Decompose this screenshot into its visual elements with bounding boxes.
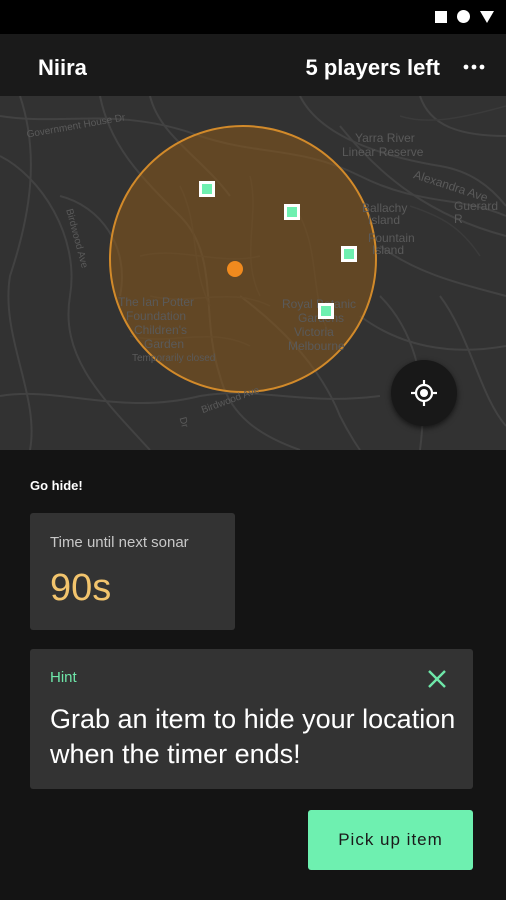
map-label: Gardens xyxy=(298,311,345,325)
players-left-count: 5 players left xyxy=(305,55,440,80)
my-location-icon xyxy=(411,380,437,406)
map-label: Linear Reserve xyxy=(342,145,424,159)
square-icon xyxy=(435,10,447,23)
status-bar xyxy=(0,0,506,34)
map-label: Island xyxy=(372,243,405,257)
hint-text: Grab an item to hide your location when … xyxy=(50,704,456,769)
map-label: The Ian Potter xyxy=(118,295,195,309)
close-icon[interactable] xyxy=(427,669,447,689)
sonar-label: Time until next sonar xyxy=(50,534,189,551)
my-location-button[interactable] xyxy=(391,360,457,426)
sonar-countdown: 90s xyxy=(50,567,112,609)
hint-card: Hint Grab an item to hide your location … xyxy=(30,649,473,789)
map-label: Children's xyxy=(134,323,187,337)
more-horizontal-icon[interactable] xyxy=(460,58,488,76)
app-bar: Niira 5 players left xyxy=(0,34,506,96)
map-label: Garden xyxy=(144,337,185,351)
circle-icon xyxy=(457,10,470,23)
hint-label: Hint xyxy=(50,669,77,686)
status-message: Go hide! xyxy=(30,478,83,493)
map-view[interactable]: Yarra River Linear Reserve Alexandra Ave… xyxy=(0,96,506,450)
sonar-timer-card: Time until next sonar 90s xyxy=(30,513,235,630)
map-label: Guerard R xyxy=(454,199,499,226)
pick-up-item-button[interactable]: Pick up item xyxy=(308,810,473,870)
map-label: Temporarily closed xyxy=(132,353,216,364)
map-label: Royal Botanic xyxy=(282,297,357,311)
map-label: Foundation xyxy=(126,309,187,323)
map-label: Victoria xyxy=(294,325,334,339)
map-label: Island xyxy=(368,213,401,227)
app-title: Niira xyxy=(38,55,87,80)
triangle-icon xyxy=(480,10,494,23)
map-label: Melbourne xyxy=(288,339,345,353)
map-label: Yarra River xyxy=(355,131,415,145)
